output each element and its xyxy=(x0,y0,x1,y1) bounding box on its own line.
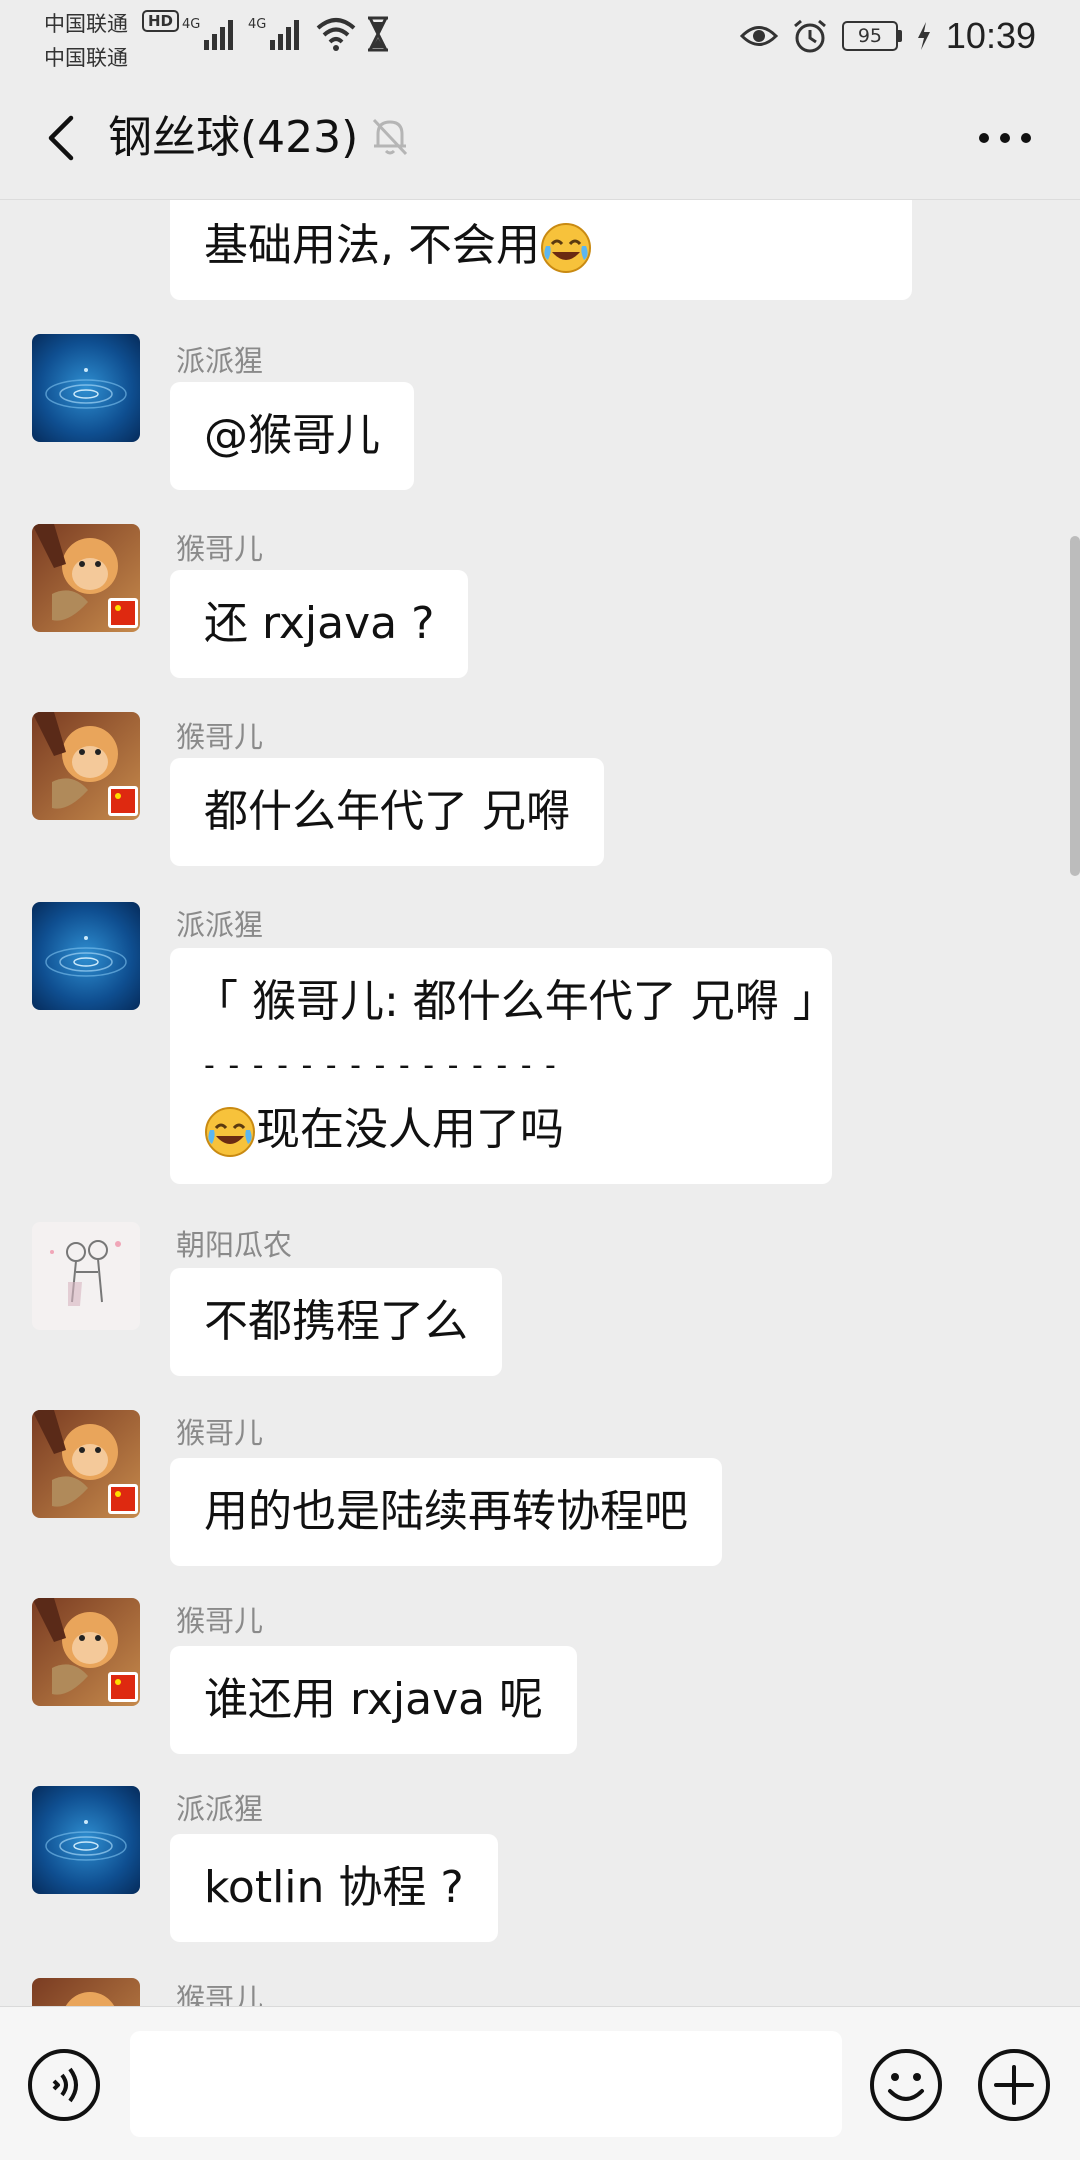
voice-icon[interactable] xyxy=(26,2047,102,2123)
carrier-label-secondary: 中国联通 xyxy=(44,46,128,70)
face-with-tears-of-joy-icon xyxy=(540,223,591,273)
mute-bell-icon xyxy=(372,118,408,156)
sender-name: 猴哥儿 xyxy=(176,1982,264,2006)
sender-name: 派派猩 xyxy=(176,908,264,942)
message-bubble[interactable]: 还 rxjava ? xyxy=(170,570,469,678)
message-text: 还 rxjava ? xyxy=(204,598,435,649)
monkey-king-avatar[interactable] xyxy=(32,524,140,632)
clock: 10:39 xyxy=(945,15,1036,56)
message-bubble[interactable]: kotlin 协程 ? xyxy=(170,1834,498,1942)
plus-icon[interactable] xyxy=(976,2047,1052,2123)
svg-text:4G: 4G xyxy=(248,17,266,32)
hd-badge: HD xyxy=(142,10,180,32)
quoted-text: 「 猴哥儿: 都什么年代了 兄嘚 」 xyxy=(194,976,837,1027)
monkey-king-avatar[interactable] xyxy=(32,1410,140,1518)
message-bubble[interactable]: 「 猴哥儿: 都什么年代了 兄嘚 」 - - - - - - - - - - -… xyxy=(170,948,837,1184)
signal-icon: 4G xyxy=(182,17,233,50)
signal-icon-secondary: 4G xyxy=(248,17,299,50)
more-button[interactable] xyxy=(970,116,1040,160)
sender-name: 猴哥儿 xyxy=(176,532,264,566)
sender-name: 猴哥儿 xyxy=(176,720,264,754)
monkey-king-avatar[interactable] xyxy=(32,1598,140,1706)
more-dots-icon xyxy=(979,133,1031,143)
message-bubble[interactable]: 不都携程了么 xyxy=(170,1268,502,1376)
sender-name: 猴哥儿 xyxy=(176,1604,264,1638)
battery-tip xyxy=(897,30,902,42)
message-bubble[interactable]: 基础用法, 不会用 xyxy=(170,200,912,300)
sender-name: 朝阳瓜农 xyxy=(176,1228,293,1262)
water-drop-avatar[interactable] xyxy=(32,902,140,1010)
monkey-king-avatar[interactable] xyxy=(32,1978,140,2006)
wifi-icon xyxy=(316,18,356,51)
message-bubble[interactable]: @猴哥儿 xyxy=(170,382,414,490)
message-bubble[interactable]: 都什么年代了 兄嘚 xyxy=(170,758,604,866)
carrier-label: 中国联通 xyxy=(44,12,128,36)
sender-name: 派派猩 xyxy=(176,344,264,378)
couple-sketch-avatar[interactable] xyxy=(32,1222,140,1330)
message-text: 不都携程了么 xyxy=(204,1296,468,1347)
battery-indicator: 95 xyxy=(841,21,902,51)
chevron-left-icon xyxy=(48,115,74,161)
message-text: 现在没人用了吗 xyxy=(256,1104,564,1155)
emoji-icon[interactable] xyxy=(868,2047,944,2123)
status-right-group: 95 10:39 xyxy=(739,14,1036,58)
message-text: 都什么年代了 兄嘚 xyxy=(204,786,570,837)
hourglass-icon xyxy=(368,16,388,52)
water-drop-avatar[interactable] xyxy=(32,334,140,442)
monkey-king-avatar[interactable] xyxy=(32,712,140,820)
message-list[interactable]: 基础用法, 不会用 派派猩 @猴哥儿 猴哥儿 还 rxjava ? 猴哥儿 都什… xyxy=(0,200,1080,2006)
chat-title: 钢丝球(423) xyxy=(108,112,359,163)
back-button[interactable] xyxy=(30,106,90,170)
alarm-icon xyxy=(793,19,826,53)
chat-header: 钢丝球(423) xyxy=(0,76,1080,200)
message-input[interactable] xyxy=(130,2031,842,2137)
message-bubble[interactable]: 用的也是陆续再转协程吧 xyxy=(170,1458,722,1566)
message-text: 谁还用 rxjava 呢 xyxy=(204,1674,544,1725)
svg-text:4G: 4G xyxy=(182,17,200,32)
message-text: @猴哥儿 xyxy=(204,410,380,461)
water-drop-avatar[interactable] xyxy=(32,1786,140,1894)
scrollbar[interactable] xyxy=(1070,536,1080,876)
message-text: kotlin 协程 ? xyxy=(204,1862,464,1913)
sender-name: 猴哥儿 xyxy=(176,1416,264,1450)
charging-icon xyxy=(917,22,930,50)
quote-divider: - - - - - - - - - - - - - - - xyxy=(204,1048,558,1083)
message-bubble[interactable]: 谁还用 rxjava 呢 xyxy=(170,1646,578,1754)
input-bar xyxy=(0,2006,1080,2160)
eye-icon xyxy=(739,26,778,46)
message-text: 用的也是陆续再转协程吧 xyxy=(204,1486,688,1537)
face-with-tears-of-joy-icon xyxy=(205,1107,255,1157)
battery-level: 95 xyxy=(841,21,898,51)
message-text: 基础用法, 不会用 xyxy=(204,220,540,271)
status-bar: 中国联通 中国联通 HD 4G 4G 95 10:39 xyxy=(0,0,1080,76)
sender-name: 派派猩 xyxy=(176,1792,264,1826)
